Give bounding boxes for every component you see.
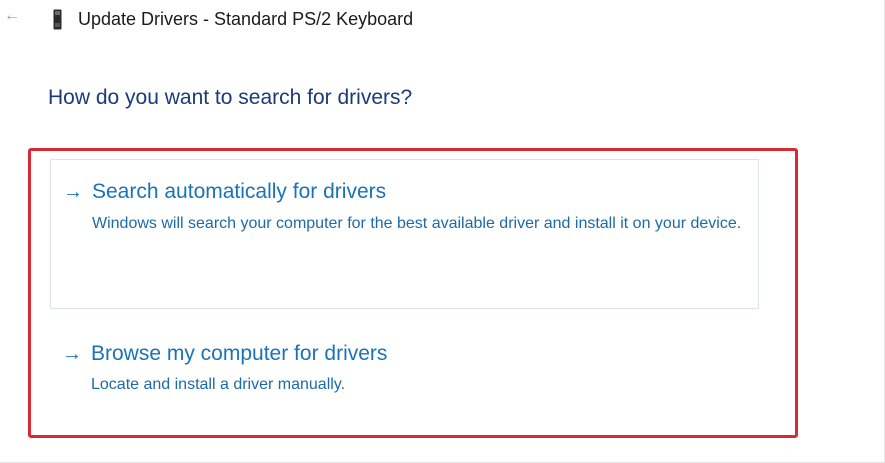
option-title: Browse my computer for drivers <box>91 342 388 365</box>
keyboard-device-icon <box>53 9 62 30</box>
option-title: Search automatically for drivers <box>92 180 387 203</box>
arrow-right-icon: → <box>62 343 82 365</box>
browse-computer-option[interactable]: → Browse my computer for drivers Locate … <box>50 330 759 420</box>
update-drivers-window: ← Update Drivers - Standard PS/2 Keyboar… <box>0 0 885 463</box>
option-description: Windows will search your computer for th… <box>92 215 742 232</box>
search-automatically-option[interactable]: → Search automatically for drivers Windo… <box>50 159 759 309</box>
option-description: Locate and install a driver manually. <box>91 376 346 393</box>
back-arrow-icon[interactable]: ← <box>4 7 22 25</box>
page-heading: How do you want to search for drivers? <box>48 86 413 109</box>
window-title: Update Drivers - Standard PS/2 Keyboard <box>78 9 414 29</box>
arrow-right-icon: → <box>63 181 83 203</box>
